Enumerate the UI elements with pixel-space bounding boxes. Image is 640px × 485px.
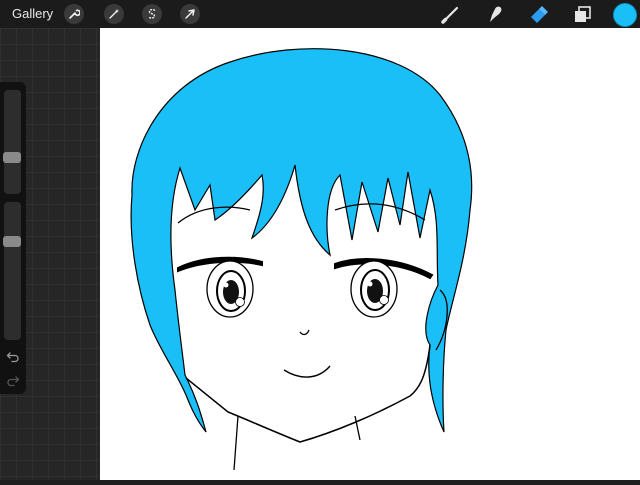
right-eye-highlight — [379, 295, 389, 305]
wrench-icon[interactable] — [64, 4, 84, 24]
drawing-canvas[interactable] — [100, 28, 640, 480]
brush-size-thumb[interactable] — [3, 152, 21, 163]
undo-icon[interactable] — [6, 350, 20, 364]
character-drawing — [130, 48, 473, 471]
brush-icon[interactable] — [440, 4, 462, 24]
arrow-cursor-icon[interactable] — [180, 4, 200, 24]
neck — [233, 415, 361, 471]
face-outline — [185, 344, 431, 443]
left-eye-highlight-small — [223, 282, 229, 288]
redo-icon[interactable] — [6, 374, 20, 388]
opacity-thumb[interactable] — [3, 236, 21, 247]
hair — [130, 48, 473, 433]
nose — [299, 329, 310, 336]
right-eye-highlight-small — [367, 281, 373, 287]
layers-icon[interactable] — [572, 4, 594, 24]
eraser-icon[interactable] — [528, 4, 550, 24]
top-toolbar: Gallery — [0, 0, 640, 28]
selection-s-icon[interactable] — [142, 4, 162, 24]
gallery-button[interactable]: Gallery — [12, 6, 53, 21]
color-picker-button[interactable] — [613, 3, 637, 27]
sidebar — [0, 82, 26, 394]
left-eye-highlight — [235, 297, 245, 307]
opacity-slider[interactable] — [3, 202, 21, 340]
brush-size-slider[interactable] — [3, 90, 21, 194]
mouth — [283, 365, 331, 378]
smudge-icon[interactable] — [484, 4, 506, 24]
magic-wand-icon[interactable] — [104, 4, 124, 24]
